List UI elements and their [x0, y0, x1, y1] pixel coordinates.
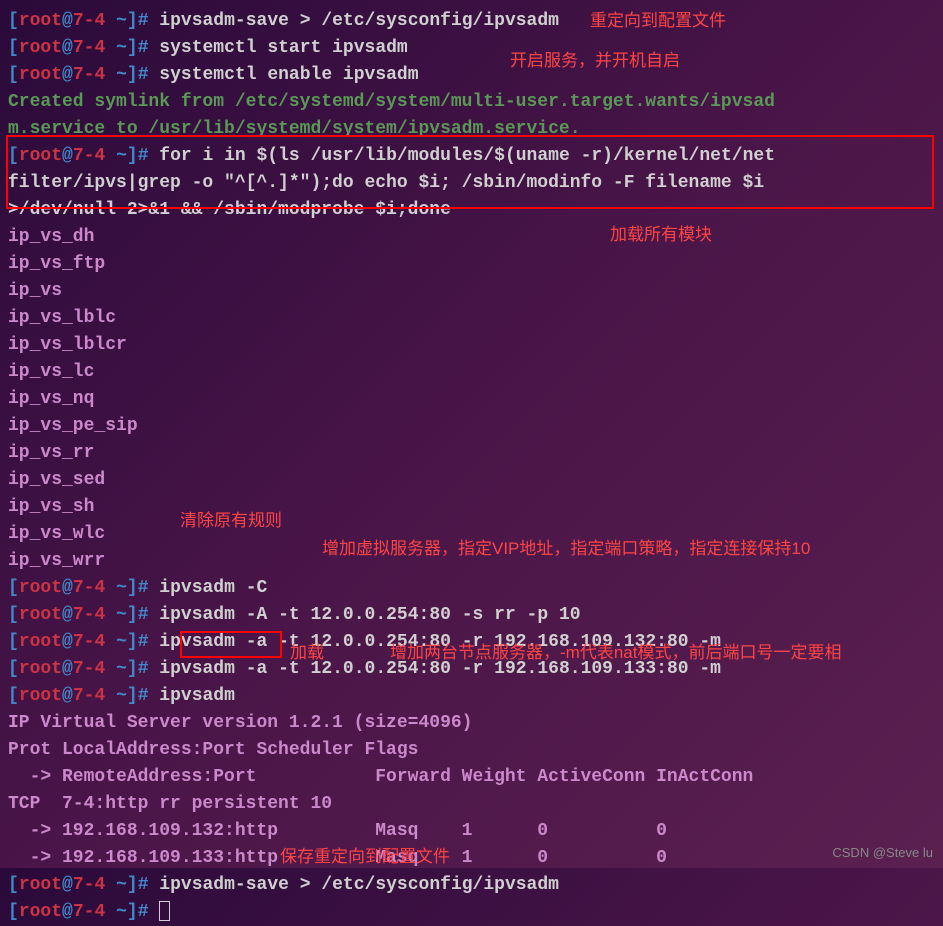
terminal-line: [root@7-4 ~]# systemctl start ipvsadm	[8, 35, 935, 62]
annotation-text: 重定向到配置文件	[590, 8, 726, 34]
highlight-box	[180, 631, 282, 658]
annotation-text: 增加两台节点服务器，-m代表nat模式，前后端口号一定要相	[390, 640, 841, 666]
output-line: -> RemoteAddress:Port Forward Weight Act…	[8, 764, 935, 791]
output-line: ip_vs_rr	[8, 440, 935, 467]
terminal-line: [root@7-4 ~]# systemctl enable ipvsadm	[8, 62, 935, 89]
output-line: IP Virtual Server version 1.2.1 (size=40…	[8, 710, 935, 737]
watermark-text: CSDN @Steve lu	[832, 843, 933, 863]
output-line: ip_vs	[8, 278, 935, 305]
output-line: ip_vs_pe_sip	[8, 413, 935, 440]
annotation-text: 保存重定向到配置文件	[280, 844, 450, 870]
annotation-text: 加载所有模块	[610, 222, 712, 248]
output-line: -> 192.168.109.132:http Masq 1 0 0	[8, 818, 935, 845]
annotation-text: 清除原有规则	[180, 508, 282, 534]
terminal-line: [root@7-4 ~]# ipvsadm -C	[8, 575, 935, 602]
prompt-host: 7-4	[73, 11, 105, 31]
output-line: TCP 7-4:http rr persistent 10	[8, 791, 935, 818]
command-text: ipvsadm -C	[159, 578, 267, 598]
cursor-icon[interactable]	[159, 901, 170, 921]
prompt-bracket-close: ]	[127, 11, 138, 31]
command-text: systemctl start ipvsadm	[159, 38, 407, 58]
terminal-line: [root@7-4 ~]# ipvsadm -A -t 12.0.0.254:8…	[8, 602, 935, 629]
prompt-user: root	[19, 11, 62, 31]
prompt-at: @	[62, 11, 73, 31]
output-line: ip_vs_sh	[8, 494, 935, 521]
command-text: ipvsadm -A -t 12.0.0.254:80 -s rr -p 10	[159, 605, 580, 625]
output-line: ip_vs_lc	[8, 359, 935, 386]
annotation-text: 开启服务，并开机自启	[510, 48, 680, 74]
command-text: ipvsadm	[159, 686, 235, 706]
terminal-line: [root@7-4 ~]# ipvsadm-save > /etc/syscon…	[8, 8, 935, 35]
output-line: Prot LocalAddress:Port Scheduler Flags	[8, 737, 935, 764]
command-text: ipvsadm-save > /etc/sysconfig/ipvsadm	[159, 11, 559, 31]
output-line: ip_vs_nq	[8, 386, 935, 413]
annotation-text: 加载	[290, 640, 324, 666]
prompt-hash: #	[138, 11, 160, 31]
output-line: ip_vs_lblcr	[8, 332, 935, 359]
output-line: Created symlink from /etc/systemd/system…	[8, 89, 935, 116]
terminal-line: [root@7-4 ~]# ipvsadm-save > /etc/syscon…	[8, 872, 935, 899]
terminal-line[interactable]: [root@7-4 ~]#	[8, 899, 935, 926]
highlight-box	[6, 135, 934, 209]
output-line: ip_vs_ftp	[8, 251, 935, 278]
prompt-bracket: [	[8, 11, 19, 31]
output-line: ip_vs_lblc	[8, 305, 935, 332]
output-line: ip_vs_dh	[8, 224, 935, 251]
command-text: ipvsadm-save > /etc/sysconfig/ipvsadm	[159, 875, 559, 895]
command-text: systemctl enable ipvsadm	[159, 65, 418, 85]
terminal-line: [root@7-4 ~]# ipvsadm	[8, 683, 935, 710]
prompt-tilde: ~	[116, 11, 127, 31]
output-line: ip_vs_sed	[8, 467, 935, 494]
annotation-text: 增加虚拟服务器，指定VIP地址，指定端口策略，指定连接保持10	[322, 536, 810, 562]
